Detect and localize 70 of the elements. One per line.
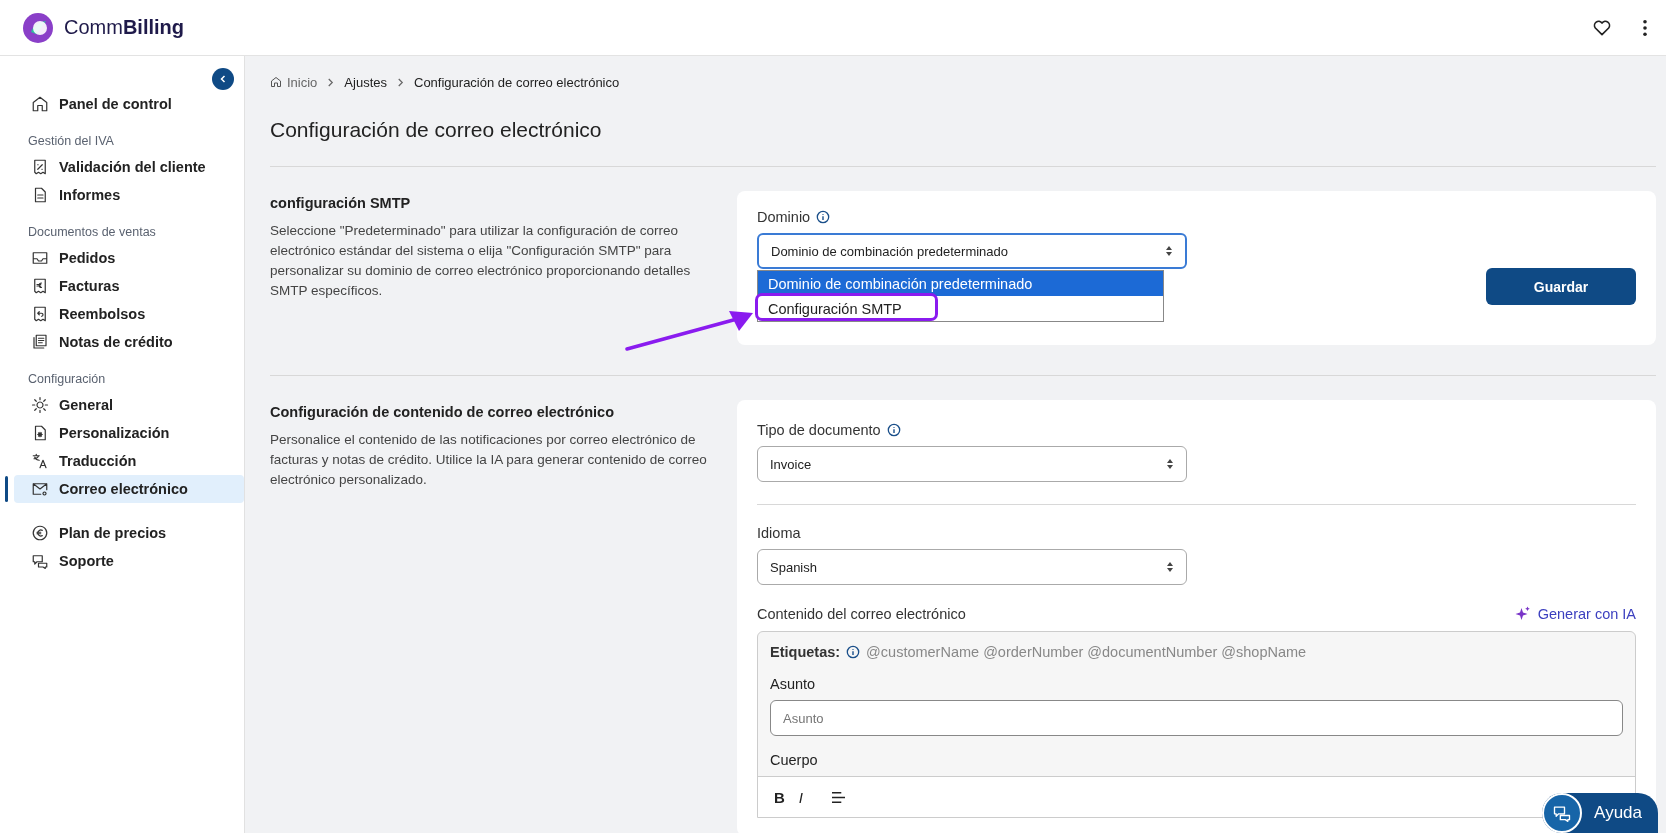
sidebar-section-heading: Gestión del IVA (27, 134, 115, 148)
collapse-sidebar-button[interactable] (212, 68, 234, 90)
sidebar-item-icon (31, 480, 49, 498)
document-type-select[interactable]: Invoice (757, 446, 1187, 482)
help-button[interactable]: Ayuda (1542, 793, 1658, 833)
info-icon (816, 210, 831, 224)
info-icon (886, 423, 901, 437)
section-description: Seleccione "Predeterminado" para utilizar la configuración de correo electrónico estándar del sistema o elija "Configuración SMTP" para personalizar su dominio de correo electrónico proporcionando detalles SMTP específicos. (270, 222, 692, 300)
field-label: Asunto (770, 676, 817, 692)
sidebar-item-icon (31, 158, 49, 176)
sidebar-item-icon (31, 524, 49, 542)
logo-icon (22, 11, 54, 44)
sidebar-item[interactable]: Soporte (14, 547, 244, 575)
section-title: configuración SMTP (270, 195, 412, 211)
field-label: Tipo de documento (757, 422, 881, 438)
sidebar-item[interactable]: Correo electrónico (14, 475, 244, 503)
chevron-left-icon (218, 74, 228, 84)
sidebar-item[interactable]: Traducción (14, 447, 244, 475)
field-label: Contenido del correo electrónico (757, 606, 966, 622)
select-arrows-icon (1166, 458, 1174, 470)
tags-label: Etiquetas: (770, 644, 841, 660)
sidebar-item-icon (31, 396, 49, 414)
sidebar-item-icon (31, 249, 49, 267)
align-icon[interactable] (831, 790, 846, 804)
section-title: Configuración de contenido de correo electrónico (270, 404, 615, 420)
sidebar-item[interactable]: Facturas (14, 272, 244, 300)
sidebar-section-heading: Documentos de ventas (27, 225, 157, 239)
sidebar-item[interactable]: Pedidos (14, 244, 244, 272)
sidebar-item-icon (31, 305, 49, 323)
heart-icon[interactable] (1592, 17, 1612, 38)
select-arrows-icon (1165, 245, 1173, 257)
italic-button[interactable]: I (798, 788, 803, 806)
section-description: Personalice el contenido de las notificaciones por correo electrónico de facturas y notas de crédito. Utilice la IA para generar contenido de correo electrónico personalizado. (270, 431, 708, 489)
chevron-right-icon (397, 77, 404, 87)
dropdown-option[interactable]: Dominio de combinación predeterminado (758, 271, 1163, 296)
sidebar-item[interactable]: Plan de precios (14, 519, 244, 547)
sidebar-item[interactable]: Validación del cliente (14, 153, 244, 181)
sidebar-section-heading: Configuración (27, 372, 107, 386)
field-label: Dominio (757, 209, 811, 225)
sidebar-item[interactable]: General (14, 391, 244, 419)
sidebar-item-icon (31, 95, 49, 113)
select-arrows-icon (1166, 561, 1174, 573)
sidebar-item[interactable]: Panel de control (14, 90, 244, 118)
sidebar-item-icon (31, 277, 49, 295)
breadcrumb-link[interactable]: Inicio (287, 74, 318, 90)
sidebar-item-icon (31, 452, 49, 470)
sidebar-item[interactable]: Personalización (14, 419, 244, 447)
tag-list: @customerName @orderNumber @documentNumber @shopName (866, 644, 1307, 660)
domain-select[interactable]: Dominio de combinación predeterminado (757, 233, 1187, 269)
sidebar-item-icon (31, 552, 49, 570)
dropdown-option[interactable]: Configuración SMTP (758, 296, 1163, 321)
generate-ai-button[interactable]: Generar con IA (1513, 605, 1636, 623)
field-label: Cuerpo (770, 752, 819, 768)
home-icon (270, 76, 282, 88)
active-indicator (5, 476, 8, 502)
sidebar-item[interactable]: Informes (14, 181, 244, 209)
logo-text: CommBilling (64, 16, 184, 39)
sidebar-item[interactable]: Notas de crédito (14, 328, 244, 356)
save-button[interactable]: Guardar (1486, 268, 1636, 305)
more-options-icon[interactable] (1642, 18, 1648, 37)
subject-field[interactable]: Asunto (770, 700, 1623, 736)
language-select[interactable]: Spanish (757, 549, 1187, 585)
sidebar-item-icon (31, 333, 49, 351)
field-label: Idioma (757, 525, 801, 541)
page-title: Configuración de correo electrónico (270, 118, 603, 142)
sidebar-item[interactable]: Reembolsos (14, 300, 244, 328)
bold-button[interactable]: B (774, 788, 785, 806)
chevron-right-icon (327, 77, 335, 87)
breadcrumb-link[interactable]: Ajustes (344, 74, 387, 90)
info-icon (846, 645, 861, 659)
